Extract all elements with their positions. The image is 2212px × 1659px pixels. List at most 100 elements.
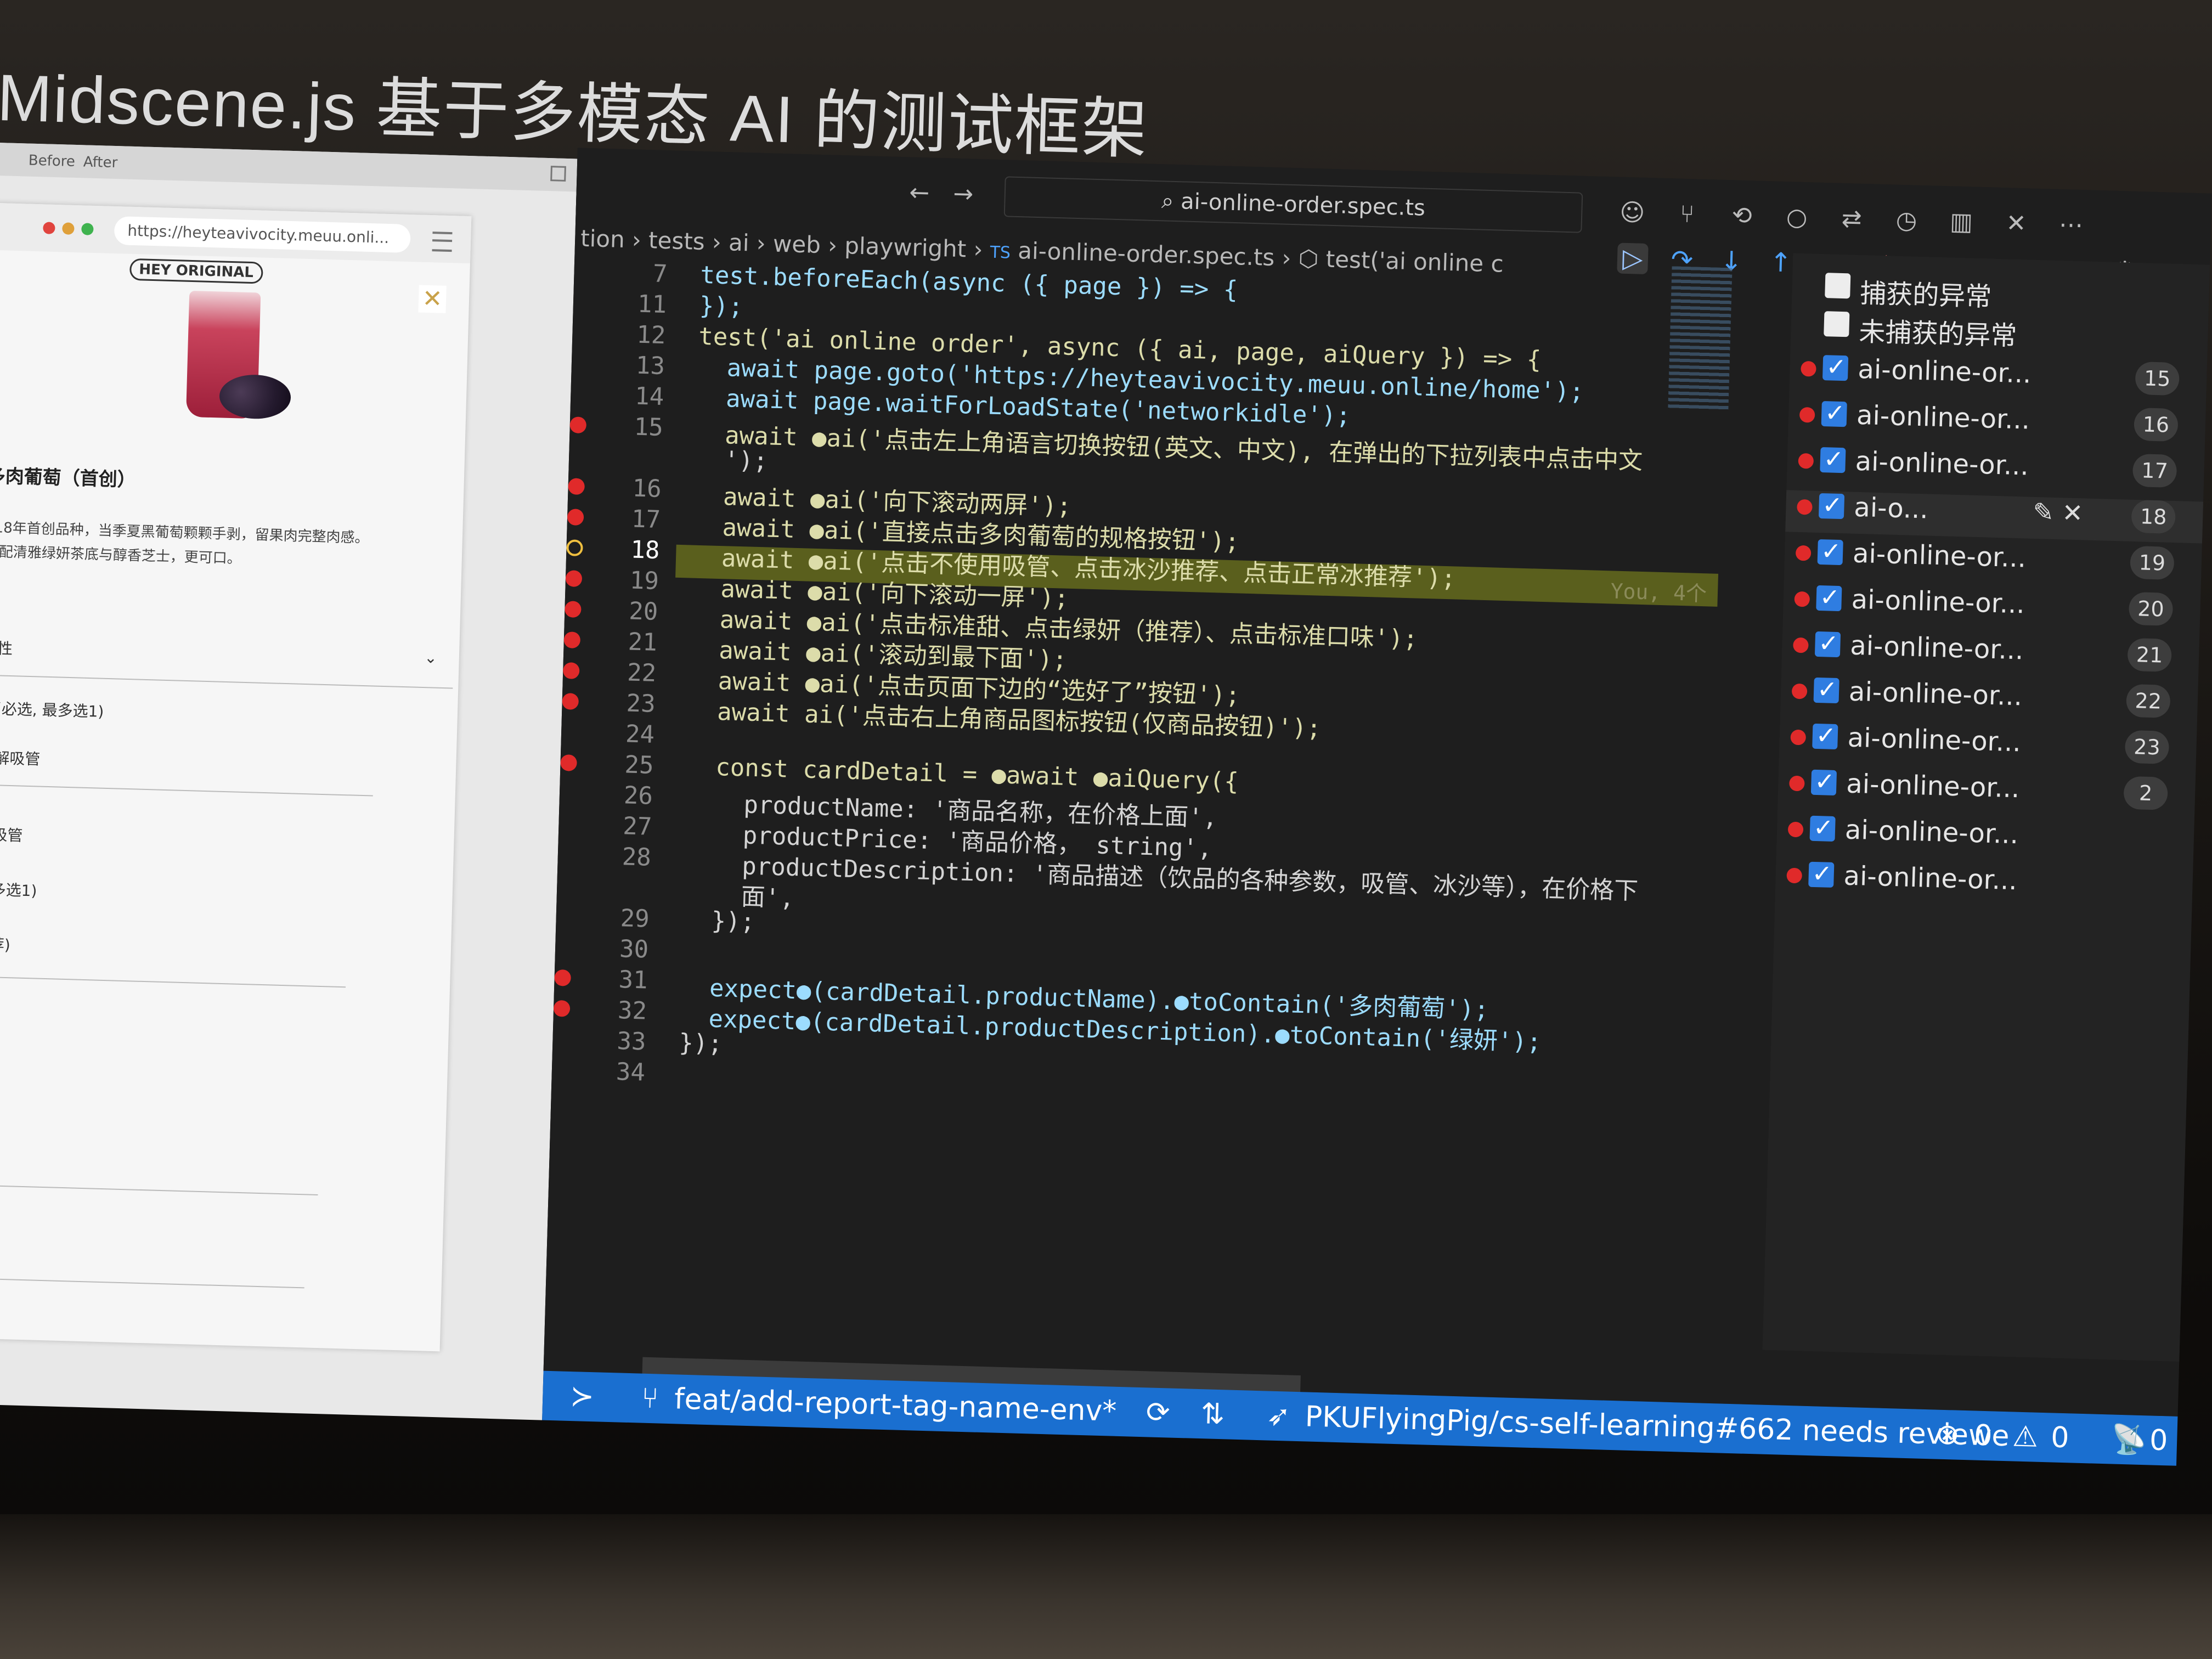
breakpoint-dot[interactable] <box>554 969 572 986</box>
line-number[interactable]: 13 <box>635 352 665 380</box>
breadcrumb-item[interactable]: tion <box>580 225 625 253</box>
minimize-dot[interactable] <box>62 222 75 235</box>
warning-icon[interactable]: ⚠ <box>2012 1412 2039 1462</box>
line-number[interactable]: 29 <box>620 904 650 933</box>
checkbox[interactable] <box>1813 677 1839 704</box>
command-center-search[interactable]: ⌕ ai-online-order.spec.ts <box>1003 176 1583 233</box>
breadcrumb-item[interactable]: ai <box>728 229 749 256</box>
checkbox[interactable] <box>1812 723 1838 750</box>
checkbox[interactable] <box>1814 631 1841 658</box>
pr-status[interactable]: PKUFlyingPig/cs-self-learning#662 needs … <box>1305 1392 2010 1461</box>
breakpoint-dot[interactable] <box>553 1000 571 1017</box>
breakpoint-dot[interactable] <box>562 693 579 710</box>
line-number[interactable]: 14 <box>635 382 664 411</box>
code-line[interactable]: }); <box>679 1029 723 1058</box>
tab-before[interactable]: Before <box>28 153 75 170</box>
current-breakpoint-icon[interactable] <box>566 539 583 557</box>
remote-icon[interactable]: ≻ <box>569 1372 595 1421</box>
maximize-dot[interactable] <box>81 223 94 235</box>
checkbox[interactable] <box>1822 355 1849 381</box>
option-item[interactable]: 推荐) <box>0 932 445 967</box>
close-dot[interactable] <box>43 222 55 234</box>
continue-icon[interactable]: ▷ <box>1617 242 1649 275</box>
source-control-icon[interactable]: ⑂ <box>1673 200 1701 229</box>
breakpoint-dot[interactable] <box>567 509 584 526</box>
attributes-section[interactable]: 属性 ⌄ <box>0 636 454 672</box>
checkbox[interactable] <box>1820 447 1846 473</box>
sync-icon[interactable]: ⟳ <box>1146 1387 1171 1437</box>
option-item[interactable]: 降解吸管 <box>0 746 451 781</box>
breakpoint-dot[interactable] <box>560 754 577 771</box>
checkbox[interactable] <box>1821 401 1847 427</box>
menu-icon[interactable] <box>432 232 453 252</box>
breadcrumb-symbol[interactable]: test('ai online c <box>1325 246 1504 278</box>
warning-count[interactable]: 0 <box>2050 1413 2070 1463</box>
pull-request-icon[interactable]: ⇅ <box>1200 1389 1226 1439</box>
checkbox[interactable] <box>1808 861 1835 888</box>
line-number[interactable]: 27 <box>623 812 652 840</box>
checkbox[interactable] <box>1824 311 1850 337</box>
line-number[interactable]: 12 <box>636 321 666 349</box>
checkbox[interactable] <box>1810 769 1837 796</box>
code-line[interactable]: }); <box>682 906 755 936</box>
line-number[interactable]: 21 <box>628 628 657 656</box>
line-number[interactable]: 25 <box>624 751 654 779</box>
checkbox[interactable] <box>1825 273 1851 299</box>
step-out-icon[interactable]: ↑ <box>1765 247 1797 279</box>
close-icon[interactable]: ✕ <box>2002 209 2030 238</box>
timeline-icon[interactable]: ◷ <box>1892 206 1920 235</box>
code-line[interactable]: '); <box>695 445 768 475</box>
breakpoint-dot[interactable] <box>569 416 587 434</box>
line-number[interactable]: 23 <box>626 689 656 718</box>
line-number[interactable]: 34 <box>616 1058 645 1086</box>
breakpoint-dot[interactable] <box>563 631 581 648</box>
checkbox[interactable] <box>1818 493 1845 520</box>
forward-arrow-icon[interactable]: → <box>949 180 977 208</box>
checkbox[interactable] <box>1817 539 1843 566</box>
line-number[interactable]: 28 <box>622 843 651 871</box>
line-number[interactable]: 17 <box>631 505 661 534</box>
sync-icon[interactable]: ⇄ <box>1837 205 1865 233</box>
branch-icon[interactable]: ⑂ <box>641 1374 659 1424</box>
breadcrumb-item[interactable]: playwright <box>844 232 967 262</box>
option-item[interactable]: 荐) <box>0 1135 440 1170</box>
history-icon[interactable]: ⟲ <box>1728 201 1756 230</box>
line-number[interactable]: 26 <box>623 781 653 810</box>
error-icon[interactable]: ⊗ <box>1935 1410 1960 1460</box>
line-number[interactable]: 20 <box>629 597 658 625</box>
ports-count[interactable]: 0 <box>2149 1415 2169 1465</box>
checkbox[interactable] <box>1809 815 1836 842</box>
circle-icon[interactable]: ○ <box>1783 203 1811 232</box>
line-number[interactable]: 31 <box>618 966 648 994</box>
line-number[interactable]: 30 <box>619 935 648 963</box>
edit-remove-icons[interactable]: ✎ ✕ <box>2033 497 2084 528</box>
line-number[interactable]: 32 <box>617 996 647 1025</box>
line-number[interactable]: 22 <box>627 658 657 687</box>
tab-after[interactable]: After <box>83 154 117 171</box>
more-icon[interactable]: ⋯ <box>2057 211 2085 239</box>
line-number[interactable]: 11 <box>637 290 667 319</box>
breakpoint-dot[interactable] <box>565 570 583 588</box>
line-number[interactable]: 19 <box>629 566 659 595</box>
line-number[interactable]: 18 <box>630 535 660 564</box>
breakpoint-dot[interactable] <box>564 601 582 618</box>
error-count[interactable]: 0 <box>1973 1411 1993 1461</box>
close-icon[interactable]: ✕ <box>418 285 447 313</box>
checkbox[interactable] <box>1816 585 1842 612</box>
code-line[interactable]: }); <box>699 292 743 321</box>
breakpoint-dot[interactable] <box>568 478 585 495</box>
line-number[interactable]: 33 <box>617 1027 646 1056</box>
breakpoint-dot[interactable] <box>562 662 580 679</box>
breadcrumb-item[interactable]: tests <box>648 227 706 255</box>
url-bar[interactable]: https://heyteavivocity.meuu.onli... <box>114 216 411 253</box>
minimap[interactable] <box>1668 266 1733 411</box>
broadcast-icon[interactable]: 📡 <box>2111 1414 2147 1465</box>
open-external-icon[interactable] <box>550 166 566 182</box>
chevron-down-icon[interactable]: ⌄ <box>424 648 437 667</box>
line-number[interactable]: 7 <box>652 259 668 288</box>
back-arrow-icon[interactable]: ← <box>905 178 933 207</box>
option-item[interactable]: 用吸管 <box>0 822 449 857</box>
line-number[interactable]: 16 <box>632 475 662 503</box>
line-number[interactable]: 15 <box>634 413 663 442</box>
split-editor-icon[interactable]: ▥ <box>1947 207 1975 236</box>
